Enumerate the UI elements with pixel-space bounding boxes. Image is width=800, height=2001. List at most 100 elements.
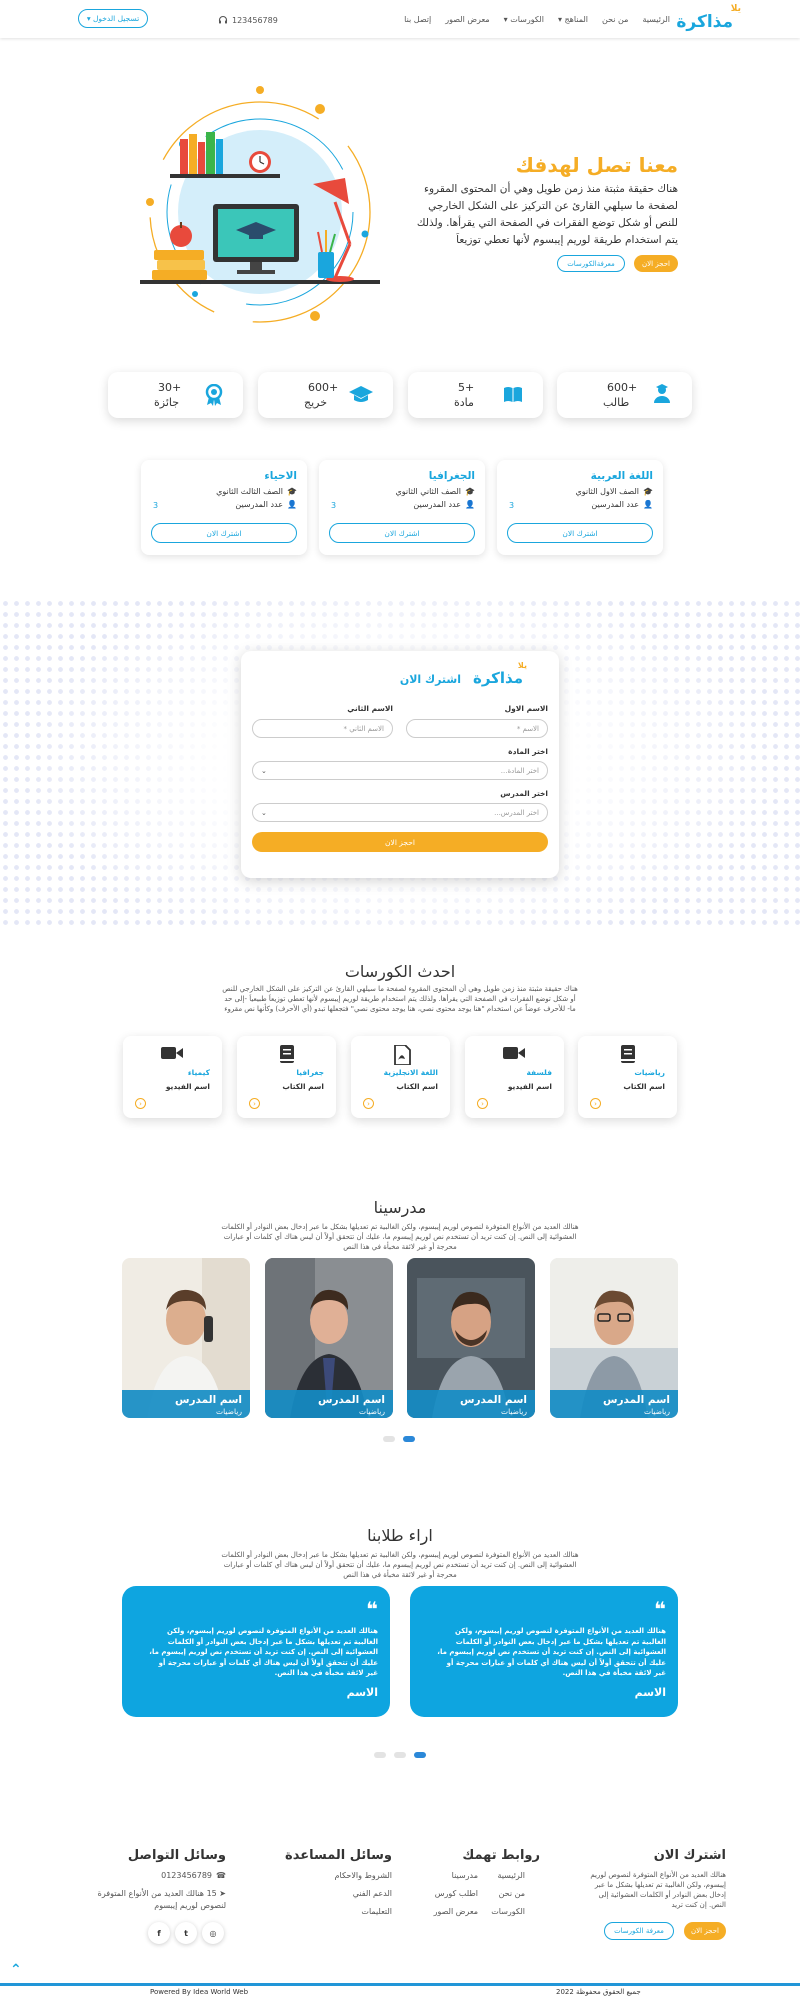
form-logo: يلا مذاكرة: [473, 661, 529, 691]
nav-home[interactable]: الرئيسية: [642, 15, 670, 24]
footer-link-gallery[interactable]: معرض الصور: [434, 1907, 478, 1916]
course-name: اسم الفيديو: [165, 1082, 210, 1091]
reviews-section-text: هنالك العديد من الأنواع المتوفرة لنصوص ل…: [221, 1551, 579, 1579]
subject-teachers: 👤 عدد المدرسين: [413, 500, 475, 509]
review-name: الاسم: [346, 1686, 378, 1699]
arrow-left-icon[interactable]: ‹: [249, 1098, 260, 1109]
teacher-caption: اسم المدرس رياضيات: [265, 1390, 393, 1418]
arrow-left-icon[interactable]: ‹: [590, 1098, 601, 1109]
nav-courses[interactable]: الكورسات ▾: [504, 15, 544, 24]
quote-icon: ❝: [654, 1597, 666, 1621]
carousel-dot-active[interactable]: [414, 1752, 426, 1758]
carousel-dot[interactable]: [383, 1436, 395, 1442]
pdf-icon: [391, 1044, 411, 1066]
twitter-icon[interactable]: t: [175, 1922, 197, 1944]
footer-link-instructions[interactable]: التعليمات: [361, 1907, 392, 1916]
teacher-card[interactable]: اسم المدرس رياضيات: [265, 1258, 393, 1418]
teacher-select-label: اختر المدرس: [500, 789, 548, 798]
subject-title: الجغرافيا: [428, 470, 475, 482]
subscribe-button[interactable]: اشترك الان: [151, 523, 297, 543]
powered-by-link[interactable]: Idea World Web: [193, 1988, 248, 1996]
footer-book-label: احجز الان: [691, 1927, 719, 1935]
teacher-caption: اسم المدرس رياضيات: [122, 1390, 250, 1418]
course-card[interactable]: فلسفة اسم الفيديو ‹: [465, 1036, 564, 1118]
footer-link-request-course[interactable]: اطلب كورس: [435, 1889, 478, 1898]
course-card[interactable]: رياضيات اسم الكتاب ‹: [578, 1036, 677, 1118]
footer-help-title: وسائل المساعدة: [285, 1848, 392, 1863]
stat-label: طالب: [603, 396, 630, 409]
last-name-input[interactable]: الاسم الثاني *: [252, 719, 393, 738]
teacher-card[interactable]: اسم المدرس رياضيات: [550, 1258, 678, 1418]
video-icon: [503, 1045, 525, 1063]
teacher-select[interactable]: اختر المدرس... ⌄: [252, 803, 548, 822]
first-name-input[interactable]: الاسم *: [406, 719, 548, 738]
graduation-cap-icon: 🎓: [643, 487, 653, 496]
header-phone[interactable]: 123456789: [218, 15, 278, 25]
form-submit-button[interactable]: احجز الان: [252, 832, 548, 852]
teacher-subject: رياضيات: [644, 1407, 670, 1416]
footer-book-button[interactable]: احجز الان: [684, 1922, 726, 1940]
course-card[interactable]: اللغة الانجليزية اسم الكتاب ‹: [351, 1036, 450, 1118]
teachers-section-text: هنالك العديد من الأنواع المتوفرة لنصوص ل…: [221, 1223, 579, 1251]
courses-info-button[interactable]: معرفةالكورسات: [557, 255, 625, 272]
teacher-card[interactable]: اسم المدرس رياضيات: [407, 1258, 535, 1418]
footer-link-support[interactable]: الدعم الفني: [353, 1889, 392, 1898]
stat-card-graduates: 600+ خريج: [258, 372, 393, 418]
nav-about[interactable]: من نحن: [602, 15, 628, 24]
footer-courses-button[interactable]: معرفة الكورسات: [604, 1922, 674, 1940]
subscribe-label: اشترك الان: [206, 528, 242, 538]
stat-card-subjects: 5+ مادة: [408, 372, 543, 418]
scroll-top-icon[interactable]: ⌃: [10, 1962, 22, 1978]
subscribe-button[interactable]: اشترك الان: [329, 523, 475, 543]
footer-link-terms[interactable]: الشروط والاحكام: [335, 1871, 392, 1880]
footer-link-about[interactable]: من نحن: [499, 1889, 525, 1898]
grade-text: الصف الثاني الثانوي: [395, 487, 462, 496]
facebook-icon[interactable]: f: [148, 1922, 170, 1944]
copyright-text: جميع الحقوق محفوظة 2022: [556, 1988, 641, 1996]
footer-phone[interactable]: ☎ 0123456789: [161, 1871, 226, 1880]
instagram-icon[interactable]: ◎: [202, 1922, 224, 1944]
subject-placeholder: اختر المادة...: [500, 766, 539, 775]
course-subject: جغرافيا: [296, 1068, 324, 1077]
footer-link-home[interactable]: الرئيسية: [497, 1871, 525, 1880]
nav-contact[interactable]: إتصل بنا: [404, 15, 431, 24]
footer-courses-label: معرفة الكورسات: [614, 1927, 664, 1935]
teacher-name: اسم المدرس: [460, 1394, 527, 1406]
review-text: هنالك العديد من الأنواع المتوفرة لنصوص ل…: [149, 1627, 378, 1677]
login-button[interactable]: تسجيل الدخول ▾: [78, 9, 148, 28]
carousel-dot[interactable]: [374, 1752, 386, 1758]
course-card[interactable]: جغرافيا اسم الكتاب ‹: [237, 1036, 336, 1118]
footer-subscribe-title: اشترك الان: [653, 1848, 726, 1863]
carousel-dot[interactable]: [394, 1752, 406, 1758]
course-name: اسم الكتاب: [396, 1082, 438, 1091]
first-name-placeholder: الاسم *: [516, 724, 539, 733]
courses-section-title: احدث الكورسات: [344, 962, 456, 981]
review-text: هنالك العديد من الأنواع المتوفرة لنصوص ل…: [437, 1627, 666, 1677]
book-icon: [277, 1045, 297, 1063]
nav-courses-label: الكورسات: [510, 15, 544, 24]
nav-gallery[interactable]: معرض الصور: [445, 15, 489, 24]
nav-curricula[interactable]: المناهج ▾: [558, 15, 588, 24]
site-logo[interactable]: يلا مذاكرة: [676, 4, 743, 34]
subject-select[interactable]: اختر المادة... ⌄: [252, 761, 548, 780]
arrow-left-icon[interactable]: ‹: [477, 1098, 488, 1109]
footer-link-teachers[interactable]: مدرسينا: [452, 1871, 478, 1880]
quote-icon: ❝: [366, 1597, 378, 1621]
teacher-subject: رياضيات: [501, 1407, 527, 1416]
arrow-left-icon[interactable]: ‹: [363, 1098, 374, 1109]
footer-address-text: 15 هنالك العديد من الأنواع المتوفرة لنصو…: [97, 1889, 226, 1910]
stat-label: مادة: [454, 396, 474, 409]
last-name-label: الاسم الثاني: [347, 704, 393, 713]
footer-link-courses[interactable]: الكورسات: [491, 1907, 525, 1916]
chevron-down-icon: ⌄: [261, 808, 267, 817]
subject-teachers: 👤 عدد المدرسين: [591, 500, 653, 509]
arrow-left-icon[interactable]: ‹: [135, 1098, 146, 1109]
book-now-button[interactable]: احجز الان: [634, 255, 678, 272]
subscribe-button[interactable]: اشترك الان: [507, 523, 653, 543]
teacher-name: اسم المدرس: [318, 1394, 385, 1406]
teacher-placeholder: اختر المدرس...: [494, 808, 539, 817]
teacher-card[interactable]: اسم المدرس رياضيات: [122, 1258, 250, 1418]
course-card[interactable]: كيمياء اسم الفيديو ‹: [123, 1036, 222, 1118]
carousel-dot-active[interactable]: [403, 1436, 415, 1442]
courses-section-text: هناك حقيقة مثبتة منذ زمن طويل وهي أن الم…: [222, 985, 578, 1013]
